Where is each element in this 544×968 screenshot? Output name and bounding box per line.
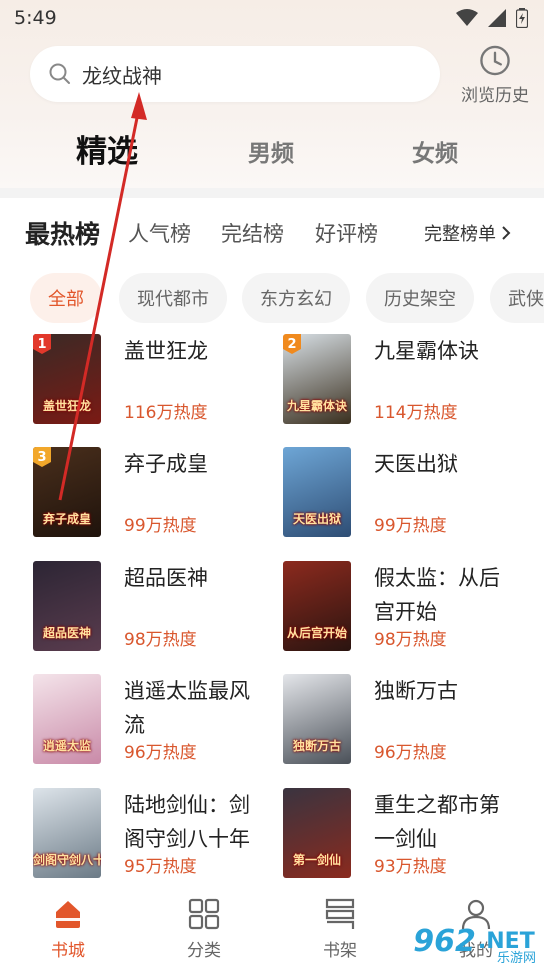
- book-cover-title: 独断万古: [292, 739, 341, 753]
- signal-icon: [488, 9, 506, 27]
- section-divider: [0, 188, 544, 198]
- book-item[interactable]: 第一剑仙 重生之都市第一剑仙 93万热度: [283, 788, 523, 883]
- book-heat: 95万热度: [124, 857, 197, 877]
- book-heat: 96万热度: [374, 743, 447, 763]
- book-heat: 98万热度: [374, 630, 447, 650]
- book-heat: 114万热度: [374, 403, 458, 423]
- book-cover-title: 超品医神: [42, 626, 91, 640]
- channel-tabs: 精选 男频 女频: [0, 122, 544, 178]
- book-cover-title: 第一剑仙: [292, 853, 341, 867]
- ranking-tab-popular[interactable]: 人气榜: [128, 218, 191, 248]
- book-title[interactable]: 天医出狱: [374, 447, 519, 481]
- book-cover-title: 剑阁守剑八十年: [33, 853, 101, 867]
- nav-bookshelf[interactable]: 书架: [300, 898, 380, 964]
- book-cover[interactable]: 独断万古: [283, 674, 351, 764]
- ranking-header: 最热榜 人气榜 完结榜 好评榜 完整榜单: [0, 210, 544, 256]
- grid-icon: [188, 898, 220, 930]
- book-item[interactable]: 逍遥太监 逍遥太监最风流 96万热度: [33, 674, 273, 769]
- book-cover-title: 弃子成皇: [42, 512, 91, 526]
- book-cover[interactable]: 盖世狂龙 1: [33, 334, 101, 424]
- book-item[interactable]: 天医出狱 天医出狱 99万热度: [283, 447, 523, 542]
- rank-badge: 2: [283, 334, 301, 354]
- rank-badge: 3: [33, 447, 51, 467]
- book-cover[interactable]: 剑阁守剑八十年: [33, 788, 101, 878]
- book-item[interactable]: 弃子成皇 3 弃子成皇 99万热度: [33, 447, 273, 542]
- nav-bookstore[interactable]: 书城: [28, 898, 108, 964]
- tab-male[interactable]: 男频: [248, 134, 294, 168]
- nav-category[interactable]: 分类: [164, 898, 244, 964]
- book-item[interactable]: 超品医神 超品医神 98万热度: [33, 561, 273, 656]
- book-title[interactable]: 九星霸体诀: [374, 334, 519, 368]
- site-watermark: 962 .NET 乐游网: [404, 914, 544, 968]
- chip-wuxia[interactable]: 武侠: [490, 273, 544, 323]
- book-item[interactable]: 独断万古 独断万古 96万热度: [283, 674, 523, 769]
- nav-label-bookstore: 书城: [51, 941, 85, 961]
- nav-label-bookshelf: 书架: [323, 941, 357, 961]
- book-cover[interactable]: 从后宫开始: [283, 561, 351, 651]
- book-title[interactable]: 独断万古: [374, 674, 519, 708]
- book-cover[interactable]: 逍遥太监: [33, 674, 101, 764]
- full-ranking-label: 完整榜单: [424, 224, 496, 245]
- watermark-number: 962: [413, 923, 476, 959]
- book-cover[interactable]: 天医出狱: [283, 447, 351, 537]
- wifi-icon: [456, 9, 478, 26]
- book-cover-title: 盖世狂龙: [42, 399, 91, 413]
- book-heat: 93万热度: [374, 857, 447, 877]
- book-cover[interactable]: 第一剑仙: [283, 788, 351, 878]
- book-cover-title: 天医出狱: [292, 512, 341, 526]
- book-title[interactable]: 假太监：从后宫开始: [374, 561, 519, 629]
- bookshelf-icon: [325, 898, 355, 929]
- category-chips: 全部 现代都市 东方玄幻 历史架空 武侠: [30, 273, 544, 323]
- search-icon: [49, 63, 70, 84]
- book-item[interactable]: 剑阁守剑八十年 陆地剑仙：剑阁守剑八十年95万热度: [33, 788, 273, 883]
- search-query: 龙纹战神: [82, 63, 162, 88]
- chip-all[interactable]: 全部: [30, 273, 102, 323]
- chevron-right-icon: [502, 226, 511, 240]
- tab-female[interactable]: 女频: [412, 134, 458, 168]
- book-heat: 98万热度: [124, 630, 197, 650]
- book-heat: 96万热度: [124, 743, 197, 763]
- book-cover-title: 从后宫开始: [286, 626, 347, 640]
- status-icons: [456, 8, 528, 28]
- home-icon: [56, 901, 80, 928]
- chip-urban[interactable]: 现代都市: [119, 273, 227, 323]
- watermark-site: 乐游网: [496, 951, 536, 966]
- ranking-tab-completed[interactable]: 完结榜: [221, 218, 284, 248]
- book-item[interactable]: 九星霸体诀 2 九星霸体诀 114万热度: [283, 334, 523, 429]
- book-title[interactable]: 弃子成皇: [124, 447, 269, 481]
- ranking-tab-rated[interactable]: 好评榜: [315, 218, 378, 248]
- status-time: 5:49: [14, 7, 57, 29]
- book-heat: 99万热度: [374, 516, 447, 536]
- rank-badge: 1: [33, 334, 51, 354]
- ranking-title[interactable]: 最热榜: [25, 215, 100, 251]
- full-ranking-link[interactable]: 完整榜单: [424, 220, 512, 246]
- book-cover-title: 九星霸体诀: [286, 399, 347, 413]
- battery-icon: [516, 8, 528, 28]
- book-title[interactable]: 盖世狂龙: [124, 334, 269, 368]
- book-heat: 99万热度: [124, 516, 197, 536]
- search-input[interactable]: 龙纹战神: [30, 46, 440, 102]
- nav-label-category: 分类: [187, 941, 221, 961]
- history-button[interactable]: 浏览历史: [452, 44, 538, 106]
- book-heat: 116万热度: [124, 403, 208, 423]
- book-cover[interactable]: 弃子成皇 3: [33, 447, 101, 537]
- book-title[interactable]: 超品医神: [124, 561, 269, 595]
- clock-icon: [480, 45, 510, 76]
- book-title[interactable]: 逍遥太监最风流: [124, 674, 269, 742]
- book-cover[interactable]: 九星霸体诀 2: [283, 334, 351, 424]
- book-cover[interactable]: 超品医神: [33, 561, 101, 651]
- chip-history[interactable]: 历史架空: [366, 273, 474, 323]
- book-item[interactable]: 盖世狂龙 1 盖世狂龙 116万热度: [33, 334, 273, 429]
- book-cover-title: 逍遥太监: [42, 739, 91, 753]
- tab-featured[interactable]: 精选: [76, 126, 138, 171]
- book-item[interactable]: 从后宫开始 假太监：从后宫开始 98万热度: [283, 561, 523, 656]
- status-bar: 5:49: [0, 0, 544, 36]
- book-title[interactable]: 陆地剑仙：剑阁守剑八十年: [124, 788, 269, 856]
- history-label: 浏览历史: [461, 86, 529, 106]
- book-title[interactable]: 重生之都市第一剑仙: [374, 788, 519, 856]
- chip-fantasy[interactable]: 东方玄幻: [242, 273, 350, 323]
